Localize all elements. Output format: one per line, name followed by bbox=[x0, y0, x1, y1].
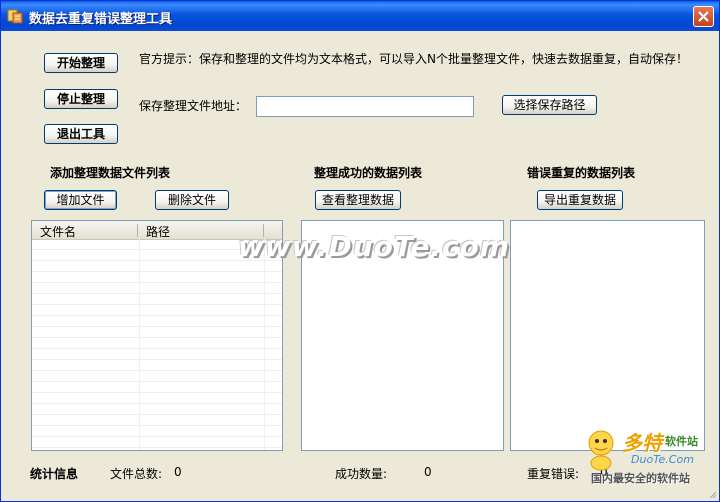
window-title: 数据去重复错误整理工具 bbox=[29, 12, 173, 27]
files-panel-title: 添加整理数据文件列表 bbox=[50, 166, 171, 180]
app-icon bbox=[7, 9, 23, 24]
duote-logo-subtitle: 软件站 bbox=[665, 435, 698, 448]
title-bar[interactable]: 数据去重复错误整理工具 bbox=[1, 1, 719, 31]
close-icon bbox=[698, 11, 709, 22]
success-count-label: 成功数量: bbox=[335, 467, 388, 481]
table-row bbox=[32, 272, 282, 283]
duote-logo-slogan: 国内最安全的软件站 bbox=[591, 472, 690, 485]
table-row bbox=[32, 371, 282, 382]
stop-button[interactable]: 停止整理 bbox=[44, 89, 118, 109]
table-row bbox=[32, 316, 282, 327]
success-count-value: 0 bbox=[424, 465, 432, 479]
duote-logo-title: 多特 bbox=[622, 431, 662, 455]
file-total-value: 0 bbox=[174, 465, 182, 479]
table-row bbox=[32, 283, 282, 294]
start-button[interactable]: 开始整理 bbox=[44, 53, 118, 73]
table-row bbox=[32, 393, 282, 404]
errors-panel-title: 错误重复的数据列表 bbox=[527, 166, 636, 180]
table-row bbox=[32, 338, 282, 349]
table-row bbox=[32, 305, 282, 316]
table-row bbox=[32, 415, 282, 426]
column-filename[interactable]: 文件名 bbox=[40, 223, 76, 240]
table-row bbox=[32, 349, 282, 360]
export-duplicates-button[interactable]: 导出重复数据 bbox=[537, 190, 623, 210]
official-tip: 官方提示：保存和整理的文件均为文本格式，可以导入N个批量整理文件，快速去数据重复… bbox=[139, 52, 688, 66]
stats-title: 统计信息 bbox=[30, 467, 79, 481]
table-row bbox=[32, 382, 282, 393]
save-path-label: 保存整理文件地址： bbox=[139, 99, 248, 113]
duplicate-error-label: 重复错误: bbox=[527, 467, 580, 481]
choose-save-path-button[interactable]: 选择保存路径 bbox=[502, 95, 597, 115]
success-panel-title: 整理成功的数据列表 bbox=[314, 166, 423, 180]
add-file-button[interactable]: 增加文件 bbox=[44, 190, 117, 210]
file-total-label: 文件总数: bbox=[110, 467, 163, 481]
column-path[interactable]: 路径 bbox=[146, 223, 170, 240]
delete-file-button[interactable]: 删除文件 bbox=[155, 190, 229, 210]
table-row bbox=[32, 437, 282, 448]
duplicate-data-list[interactable] bbox=[510, 220, 705, 451]
exit-button[interactable]: 退出工具 bbox=[44, 124, 118, 144]
table-row bbox=[32, 404, 282, 415]
watermark: www.DuoTe.com bbox=[238, 230, 510, 263]
table-row bbox=[32, 360, 282, 371]
table-row bbox=[32, 327, 282, 338]
save-path-input[interactable] bbox=[256, 96, 474, 117]
resize-grip-icon[interactable] bbox=[707, 489, 717, 499]
column-separator[interactable] bbox=[137, 224, 138, 237]
table-row bbox=[32, 426, 282, 437]
main-window: 数据去重复错误整理工具 开始整理 停止整理 退出工具 官方提示：保存和整理的文件… bbox=[0, 0, 720, 502]
table-row bbox=[32, 294, 282, 305]
duote-logo-url: DuoTe.Com bbox=[631, 453, 694, 466]
view-data-button[interactable]: 查看整理数据 bbox=[315, 190, 401, 210]
close-button[interactable] bbox=[693, 6, 714, 27]
